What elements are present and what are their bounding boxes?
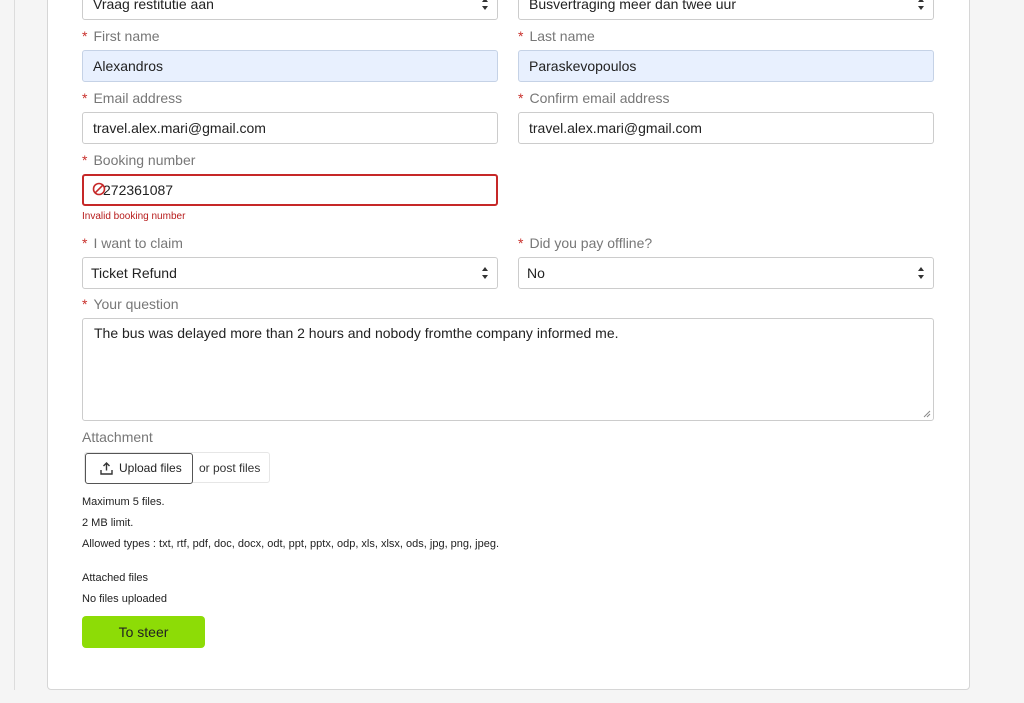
question-textarea[interactable]: The bus was delayed more than 2 hours an…	[82, 318, 934, 421]
attachment-label: Attachment	[82, 429, 153, 445]
select-arrows-icon	[481, 0, 489, 11]
required-marker: *	[82, 152, 88, 168]
upload-area: Upload files or post files	[84, 452, 270, 484]
required-marker: *	[518, 235, 524, 251]
confirm-email-label: * Confirm email address	[518, 90, 670, 106]
email-label: * Email address	[82, 90, 183, 106]
required-marker: *	[518, 28, 524, 44]
error-icon	[92, 182, 106, 196]
email-value: travel.alex.mari@gmail.com	[93, 120, 266, 136]
first-name-input[interactable]: Alexandros	[82, 50, 498, 82]
booking-number-error: Invalid booking number	[82, 211, 186, 222]
last-name-value: Paraskevopoulos	[529, 58, 637, 74]
booking-number-value: 272361087	[103, 182, 174, 198]
page-bottom-band	[0, 690, 1024, 703]
email-input[interactable]: travel.alex.mari@gmail.com	[82, 112, 498, 144]
upload-files-label: Upload files	[119, 461, 182, 475]
confirm-email-input[interactable]: travel.alex.mari@gmail.com	[518, 112, 934, 144]
claim-select[interactable]: Ticket Refund	[82, 257, 498, 289]
first-name-label: * First name	[82, 28, 160, 44]
select-arrows-icon	[917, 266, 925, 280]
request-type-select[interactable]: Vraag restitutie aan	[82, 0, 498, 20]
last-name-input[interactable]: Paraskevopoulos	[518, 50, 934, 82]
resize-grip-icon[interactable]	[923, 410, 931, 418]
paid-offline-select[interactable]: No	[518, 257, 934, 289]
paid-offline-label: * Did you pay offline?	[518, 235, 653, 251]
paid-offline-value: No	[527, 265, 545, 281]
allowed-types-text: Allowed types : txt, rtf, pdf, doc, docx…	[82, 538, 499, 550]
first-name-value: Alexandros	[93, 58, 164, 74]
booking-number-input[interactable]: 272361087	[82, 174, 498, 206]
question-label: * Your question	[82, 296, 179, 312]
reason-value: Busvertraging meer dan twee uur	[529, 0, 736, 12]
max-files-text: Maximum 5 files.	[82, 496, 165, 508]
post-files-text: or post files	[199, 461, 261, 475]
request-type-value: Vraag restitutie aan	[93, 0, 214, 12]
booking-number-label: * Booking number	[82, 152, 196, 168]
required-marker: *	[82, 28, 88, 44]
upload-icon	[100, 462, 113, 475]
attached-files-label: Attached files	[82, 572, 149, 584]
upload-files-button[interactable]: Upload files	[85, 453, 193, 484]
last-name-label: * Last name	[518, 28, 595, 44]
attached-files-status: No files uploaded	[82, 593, 168, 605]
required-marker: *	[518, 90, 524, 106]
confirm-email-value: travel.alex.mari@gmail.com	[529, 120, 702, 136]
required-marker: *	[82, 90, 88, 106]
select-arrows-icon	[481, 266, 489, 280]
claim-value: Ticket Refund	[91, 265, 177, 281]
required-marker: *	[82, 296, 88, 312]
page-left-rule	[14, 0, 15, 690]
claim-label: * I want to claim	[82, 235, 183, 251]
reason-select[interactable]: Busvertraging meer dan twee uur	[518, 0, 934, 20]
size-limit-text: 2 MB limit.	[82, 517, 134, 529]
required-marker: *	[82, 235, 88, 251]
question-value: The bus was delayed more than 2 hours an…	[94, 325, 619, 341]
submit-button[interactable]: To steer	[82, 616, 205, 648]
select-arrows-icon	[917, 0, 925, 11]
